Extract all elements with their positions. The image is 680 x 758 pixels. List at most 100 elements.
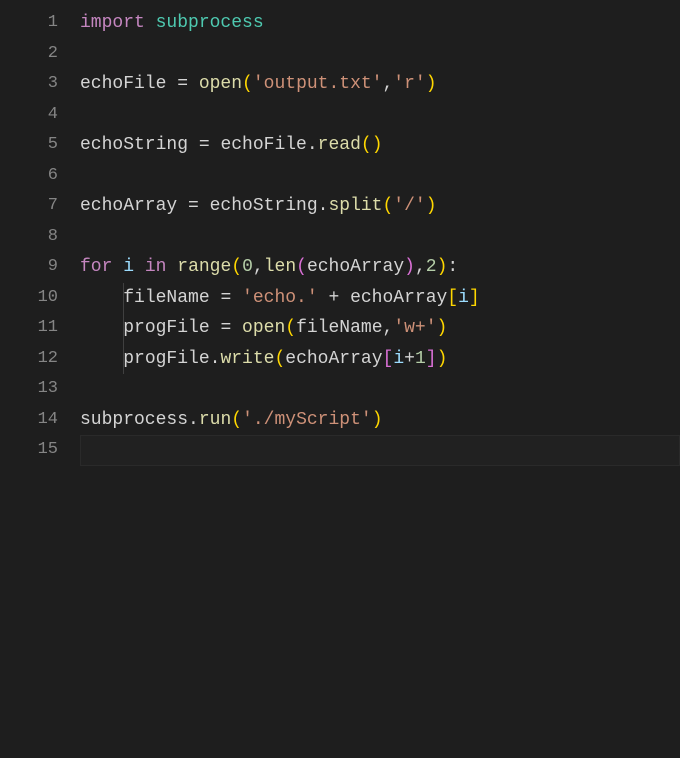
line-number: 9 <box>0 252 58 283</box>
token: = <box>166 74 198 94</box>
token: './myScript' <box>242 410 372 430</box>
token: . <box>188 410 199 430</box>
code-area[interactable]: import subprocessechoFile = open('output… <box>80 8 680 758</box>
line-number: 4 <box>0 100 58 131</box>
token: ) <box>426 74 437 94</box>
code-line[interactable]: subprocess.run('./myScript') <box>80 405 680 436</box>
code-line[interactable] <box>80 374 680 405</box>
line-number: 10 <box>0 283 58 314</box>
token: echoFile <box>80 74 166 94</box>
token: len <box>264 257 296 277</box>
token: ) <box>426 196 437 216</box>
token: write <box>220 349 274 369</box>
code-line[interactable]: fileName = 'echo.' + echoArray[i] <box>80 283 680 314</box>
token: . <box>210 349 221 369</box>
token: = <box>210 318 242 338</box>
token <box>112 257 123 277</box>
token: read <box>318 135 361 155</box>
code-line[interactable]: import subprocess <box>80 8 680 39</box>
token: ) <box>437 257 448 277</box>
code-line[interactable] <box>80 222 680 253</box>
token: subprocess <box>156 13 264 33</box>
token: echoArray <box>80 196 177 216</box>
token: import <box>80 13 156 33</box>
token: ) <box>437 349 448 369</box>
code-line[interactable]: for i in range(0,len(echoArray),2): <box>80 252 680 283</box>
code-line[interactable]: echoString = echoFile.read() <box>80 130 680 161</box>
token: + <box>318 288 350 308</box>
token: , <box>415 257 426 277</box>
code-line[interactable]: echoArray = echoString.split('/') <box>80 191 680 222</box>
token <box>134 257 145 277</box>
token: 'w+' <box>393 318 436 338</box>
token: ( <box>296 257 307 277</box>
token: . <box>318 196 329 216</box>
token: echoArray <box>285 349 382 369</box>
line-number: 3 <box>0 69 58 100</box>
token: in <box>145 257 167 277</box>
token: echoString <box>80 135 188 155</box>
token: echoFile <box>220 135 306 155</box>
token: = <box>188 135 220 155</box>
token: '/' <box>393 196 425 216</box>
token: ( <box>231 410 242 430</box>
indent <box>80 318 123 338</box>
token: fileName <box>123 288 209 308</box>
token: , <box>383 318 394 338</box>
code-line[interactable]: progFile.write(echoArray[i+1]) <box>80 344 680 375</box>
code-line[interactable]: progFile = open(fileName,'w+') <box>80 313 680 344</box>
token: echoArray <box>307 257 404 277</box>
token: subprocess <box>80 410 188 430</box>
token: 'output.txt' <box>253 74 383 94</box>
line-number: 5 <box>0 130 58 161</box>
line-number: 15 <box>0 435 58 466</box>
token: ] <box>426 349 437 369</box>
code-line[interactable] <box>80 161 680 192</box>
token: progFile <box>123 349 209 369</box>
line-number: 12 <box>0 344 58 375</box>
token: + <box>404 349 415 369</box>
code-line[interactable] <box>80 435 680 466</box>
token: ) <box>437 318 448 338</box>
token: ( <box>274 349 285 369</box>
token: : <box>447 257 458 277</box>
token: ( <box>382 196 393 216</box>
indent <box>80 288 123 308</box>
token: open <box>242 318 285 338</box>
indent <box>80 349 123 369</box>
line-number: 8 <box>0 222 58 253</box>
token: ) <box>372 135 383 155</box>
token: ( <box>361 135 372 155</box>
code-line[interactable] <box>80 39 680 70</box>
code-editor[interactable]: 123456789101112131415 import subprocesse… <box>0 0 680 758</box>
token: i <box>393 349 404 369</box>
token: echoString <box>210 196 318 216</box>
line-number: 13 <box>0 374 58 405</box>
token: fileName <box>296 318 382 338</box>
token: [ <box>447 288 458 308</box>
line-number: 7 <box>0 191 58 222</box>
token: . <box>307 135 318 155</box>
token: for <box>80 257 112 277</box>
line-number: 2 <box>0 39 58 70</box>
token: echoArray <box>350 288 447 308</box>
token: 1 <box>415 349 426 369</box>
token: ) <box>404 257 415 277</box>
line-number: 11 <box>0 313 58 344</box>
token: range <box>177 257 231 277</box>
token: open <box>199 74 242 94</box>
token: , <box>382 74 393 94</box>
token: 'r' <box>393 74 425 94</box>
line-number-gutter: 123456789101112131415 <box>0 8 80 758</box>
token: ] <box>469 288 480 308</box>
token: ( <box>242 74 253 94</box>
line-number: 1 <box>0 8 58 39</box>
token: = <box>177 196 209 216</box>
code-line[interactable] <box>80 100 680 131</box>
token: ) <box>372 410 383 430</box>
token: 'echo.' <box>242 288 318 308</box>
token: i <box>458 288 469 308</box>
token: 2 <box>426 257 437 277</box>
code-line[interactable]: echoFile = open('output.txt','r') <box>80 69 680 100</box>
line-number: 6 <box>0 161 58 192</box>
